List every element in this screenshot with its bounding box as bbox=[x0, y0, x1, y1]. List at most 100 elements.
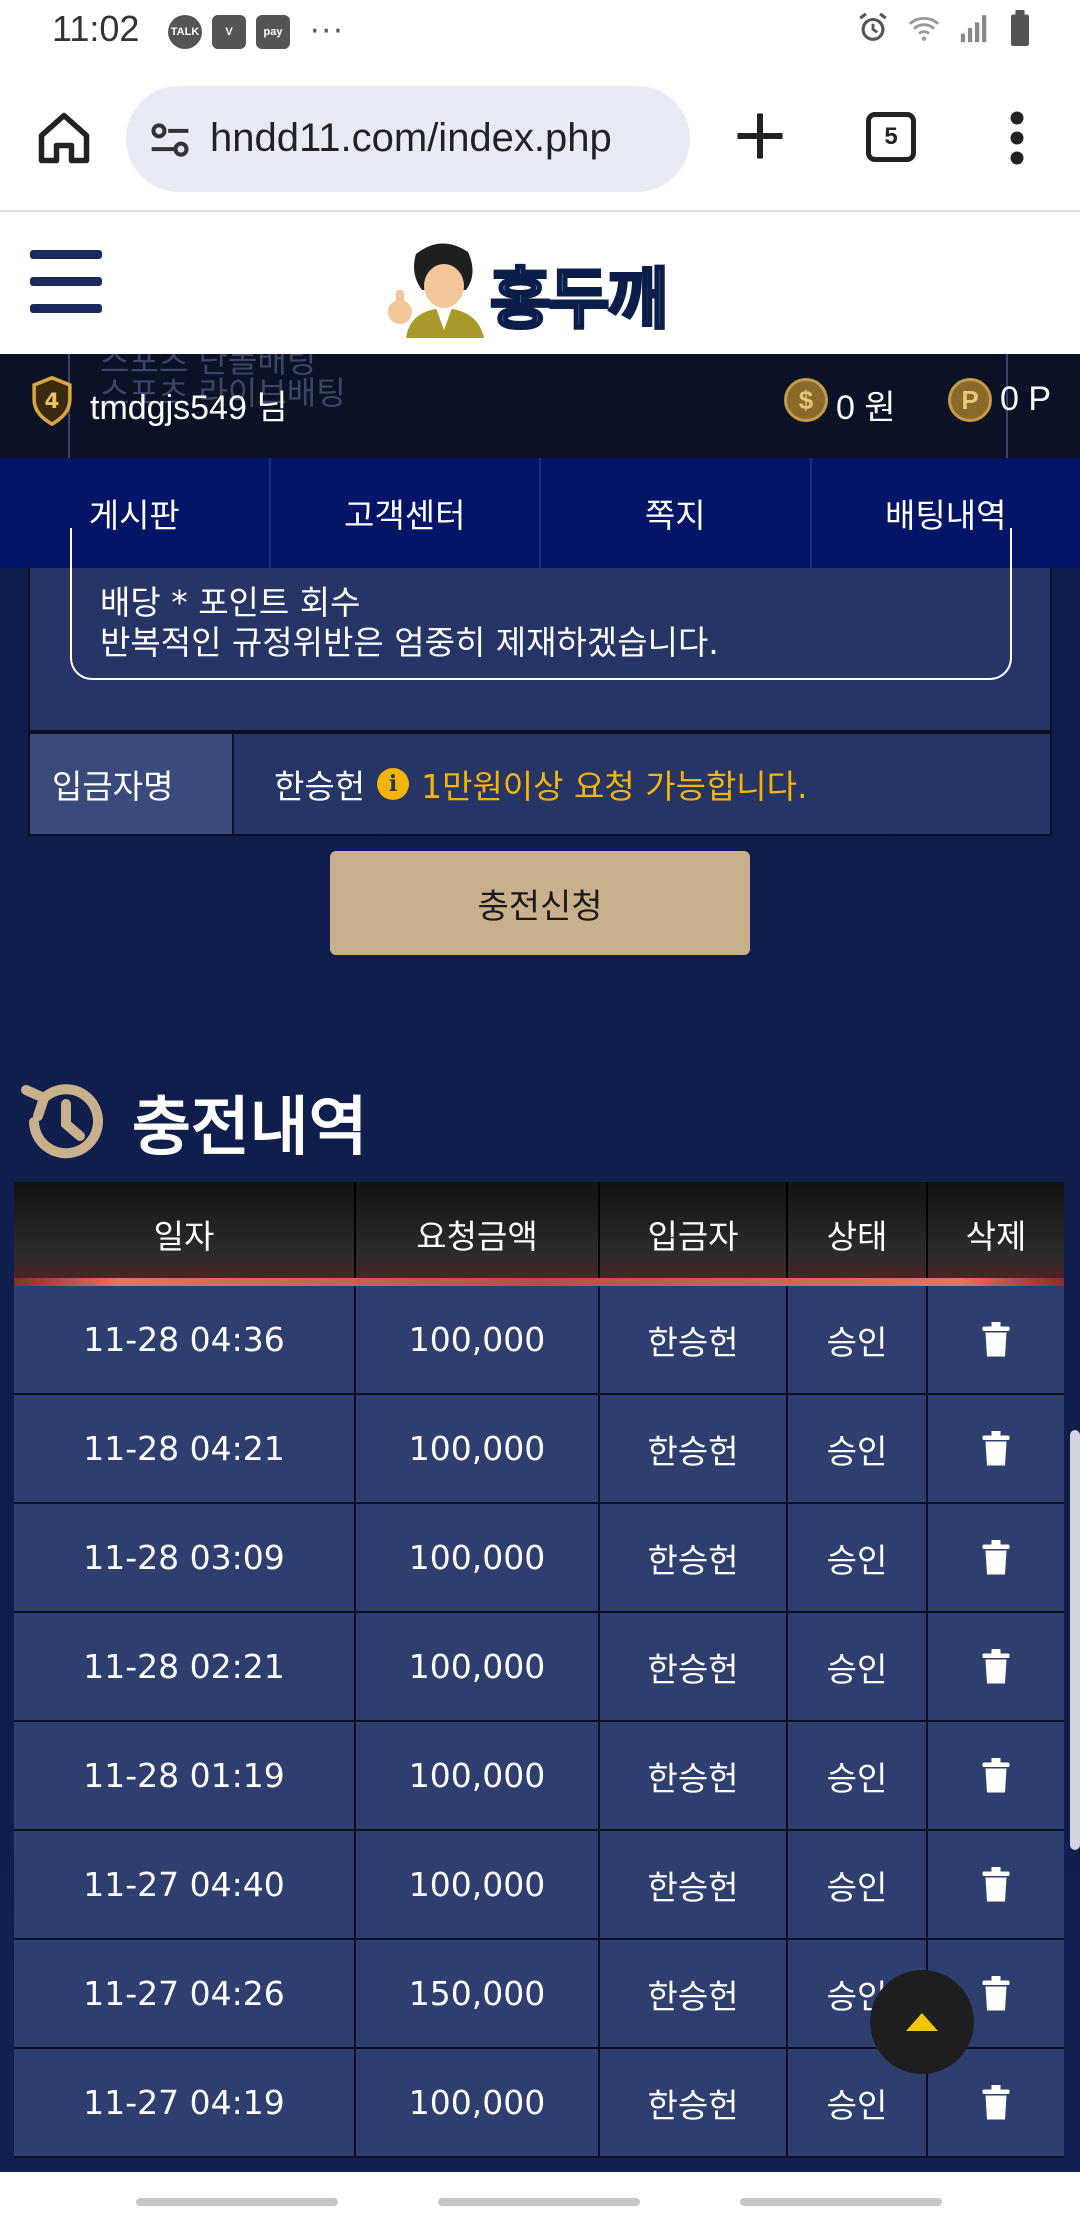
date-cell: 11-28 02:21 bbox=[14, 1613, 356, 1720]
amount-cell: 100,000 bbox=[356, 1722, 600, 1829]
delete-cell bbox=[928, 1286, 1064, 1393]
status-bar: 11:02 TALK V pay ··· bbox=[0, 0, 1080, 64]
url-text[interactable]: hndd11.com/index.php bbox=[210, 116, 612, 161]
depositor-cell: 한승헌 bbox=[600, 1286, 788, 1393]
status-cell: 승인 bbox=[788, 1504, 928, 1611]
column-header-depositor: 입금자 bbox=[600, 1182, 788, 1286]
tabs-button[interactable]: 5 bbox=[866, 112, 916, 162]
battery-icon bbox=[1011, 10, 1029, 46]
history-title: 충전내역 bbox=[132, 1091, 368, 1165]
svg-text:4: 4 bbox=[45, 389, 60, 414]
trash-icon[interactable] bbox=[981, 1539, 1011, 1576]
home-icon[interactable] bbox=[34, 108, 94, 168]
scrollbar[interactable] bbox=[1070, 1430, 1080, 1850]
column-header-status: 상태 bbox=[788, 1182, 928, 1286]
date-cell: 11-28 04:21 bbox=[14, 1395, 356, 1502]
status-cell: 승인 bbox=[788, 1286, 928, 1393]
amount-cell: 100,000 bbox=[356, 1613, 600, 1720]
status-cell: 승인 bbox=[788, 1395, 928, 1502]
trash-icon[interactable] bbox=[981, 1648, 1011, 1685]
date-cell: 11-28 01:19 bbox=[14, 1722, 356, 1829]
username: tmdgjs549 님 bbox=[90, 389, 288, 427]
money-coin-icon: $ bbox=[784, 378, 828, 422]
points-balance: 0 P bbox=[1000, 380, 1052, 418]
date-cell: 11-27 04:26 bbox=[14, 1940, 356, 2047]
depositor-cell: 한승헌 bbox=[600, 1613, 788, 1720]
site-logo[interactable]: 홍두깨 bbox=[386, 234, 696, 340]
mascot-icon bbox=[388, 243, 484, 338]
depositor-cell: 한승헌 bbox=[600, 1940, 788, 2047]
table-row: 11-28 03:09 100,000 한승헌 승인 bbox=[14, 1504, 1064, 1613]
gesture-handle bbox=[136, 2198, 338, 2206]
amount-cell: 100,000 bbox=[356, 1504, 600, 1611]
table-header: 일자 요청금액 입금자 상태 삭제 bbox=[14, 1182, 1064, 1286]
points-coin-icon: P bbox=[948, 378, 992, 422]
scroll-to-top-button[interactable] bbox=[870, 1970, 974, 2074]
logo-text: 홍두깨 bbox=[488, 260, 669, 340]
navigation-gesture-bar bbox=[0, 2172, 1080, 2220]
date-cell: 11-28 04:36 bbox=[14, 1286, 356, 1393]
user-bar: 스포츠 단폴배팅 스포츠 라이브배팅 4 tmdgjs549 님 $ 0 원 P… bbox=[0, 354, 1080, 458]
notification-icons: TALK V pay ··· bbox=[168, 14, 345, 49]
column-header-amount: 요청금액 bbox=[356, 1182, 600, 1286]
delete-cell bbox=[928, 1504, 1064, 1611]
money-balance: 0 원 bbox=[836, 389, 896, 427]
shield-icon: 4 bbox=[32, 376, 72, 426]
depositor-cell: 한승헌 bbox=[600, 2049, 788, 2156]
date-cell: 11-28 03:09 bbox=[14, 1504, 356, 1611]
history-heading: 충전내역 bbox=[14, 1074, 368, 1170]
trash-icon[interactable] bbox=[981, 1321, 1011, 1358]
plus-icon[interactable] bbox=[730, 106, 790, 166]
alarm-icon bbox=[859, 12, 887, 41]
table-row: 11-28 01:19 100,000 한승헌 승인 bbox=[14, 1722, 1064, 1831]
trash-icon[interactable] bbox=[981, 1757, 1011, 1794]
trash-icon[interactable] bbox=[981, 1975, 1011, 2012]
amount-cell: 150,000 bbox=[356, 1940, 600, 2047]
tune-icon[interactable] bbox=[148, 118, 192, 162]
status-time: 11:02 bbox=[52, 8, 140, 49]
delete-cell bbox=[928, 1613, 1064, 1720]
more-vert-icon[interactable] bbox=[1000, 108, 1034, 168]
date-cell: 11-27 04:40 bbox=[14, 1831, 356, 1938]
history-icon bbox=[21, 1084, 103, 1159]
status-cell: 승인 bbox=[788, 1722, 928, 1829]
depositor-value: 한승헌 i 1만원이상 요청 가능합니다. bbox=[234, 734, 1050, 834]
pay-notification-icon: pay bbox=[256, 14, 290, 49]
delete-cell bbox=[928, 1395, 1064, 1502]
table-row: 11-28 04:36 100,000 한승헌 승인 bbox=[14, 1286, 1064, 1395]
trash-icon[interactable] bbox=[981, 2084, 1011, 2121]
signal-icon bbox=[960, 15, 987, 43]
browser-toolbar: hndd11.com/index.php 5 bbox=[0, 64, 1080, 212]
gesture-handle bbox=[740, 2198, 942, 2206]
trash-icon[interactable] bbox=[981, 1866, 1011, 1903]
gesture-handle bbox=[438, 2198, 640, 2206]
notice-line: 반복적인 규정위반은 엄중히 제재하겠습니다. bbox=[100, 623, 719, 662]
depositor-label: 입금자명 bbox=[30, 734, 234, 834]
delete-cell bbox=[928, 1831, 1064, 1938]
notice-panel: 배당 * 포인트 회수 반복적인 규정위반은 엄중히 제재하겠습니다. bbox=[28, 528, 1052, 732]
hamburger-icon[interactable] bbox=[30, 250, 102, 314]
amount-cell: 100,000 bbox=[356, 1395, 600, 1502]
talk-notification-icon: TALK bbox=[168, 14, 202, 49]
depositor-row: 입금자명 한승헌 i 1만원이상 요청 가능합니다. bbox=[28, 732, 1052, 836]
date-cell: 11-27 04:19 bbox=[14, 2049, 356, 2156]
chevron-up-icon bbox=[906, 2013, 938, 2031]
depositor-name: 한승헌 bbox=[274, 767, 366, 806]
amount-cell: 100,000 bbox=[356, 1286, 600, 1393]
more-notifications-icon: ··· bbox=[310, 14, 345, 49]
table-row: 11-28 02:21 100,000 한승헌 승인 bbox=[14, 1613, 1064, 1722]
depositor-cell: 한승헌 bbox=[600, 1831, 788, 1938]
charge-request-button[interactable]: 충전신청 bbox=[330, 851, 750, 955]
site-header: 홍두깨 bbox=[0, 212, 1080, 354]
address-bar[interactable]: hndd11.com/index.php bbox=[126, 86, 690, 192]
status-cell: 승인 bbox=[788, 1831, 928, 1938]
column-header-delete: 삭제 bbox=[965, 1217, 1027, 1256]
info-icon: i bbox=[377, 768, 410, 800]
trash-icon[interactable] bbox=[981, 1430, 1011, 1467]
v-notification-icon: V bbox=[212, 14, 246, 49]
notice-box: 배당 * 포인트 회수 반복적인 규정위반은 엄중히 제재하겠습니다. bbox=[70, 528, 1012, 680]
amount-cell: 100,000 bbox=[356, 2049, 600, 2156]
minimum-amount-hint: 1만원이상 요청 가능합니다. bbox=[421, 767, 808, 806]
status-cell: 승인 bbox=[788, 1613, 928, 1720]
depositor-cell: 한승헌 bbox=[600, 1504, 788, 1611]
